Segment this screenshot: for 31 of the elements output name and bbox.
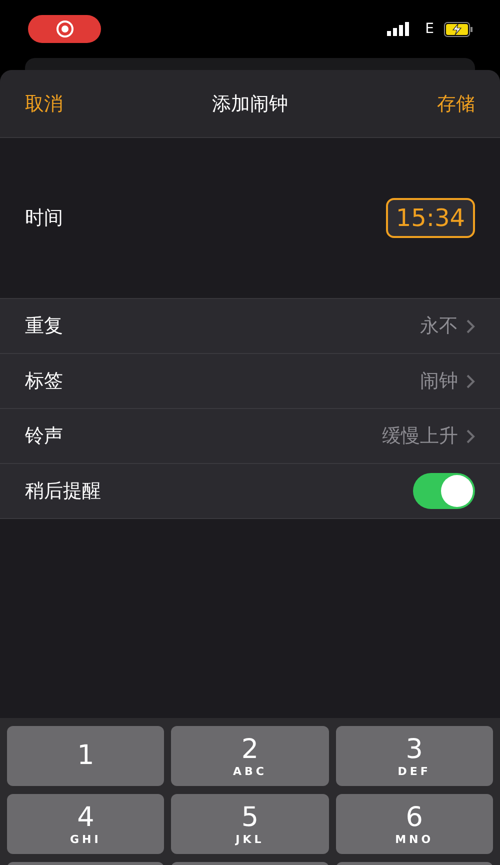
row-label: 重复 [25,314,63,339]
keypad-key[interactable]: 1 [7,726,164,786]
row-value: 缓慢上升 [382,424,458,449]
settings-row[interactable]: 铃声 缓慢上升 [0,409,500,464]
settings-row[interactable]: 稍后提醒 [0,464,500,519]
row-label: 时间 [25,206,63,231]
sheet-title: 添加闹钟 [212,92,288,116]
screen-recording-indicator[interactable] [28,15,101,43]
chevron-icon [466,374,475,388]
battery-charging-icon [444,22,474,36]
record-icon [56,20,74,38]
keypad-key[interactable]: 5 JKL [171,794,329,854]
keypad-key[interactable]: 2 ABC [171,726,329,786]
chevron-icon [466,428,475,444]
row-label: 铃声 [25,424,63,449]
keypad-key[interactable]: 3 DEF [336,726,493,786]
toggle-switch[interactable] [413,473,475,509]
keypad-key[interactable]: 4 GHI [7,794,164,854]
save-button[interactable]: 存储 [437,90,475,116]
time-picker[interactable]: 15:34 [386,198,475,238]
chevron-icon [466,318,475,334]
signal-icon [387,22,410,36]
row-label: 稍后提醒 [25,479,101,504]
row-value: 闹钟 [420,369,458,394]
settings-row[interactable]: 重复 永不 [0,299,500,354]
keypad-key[interactable]: 6 MNO [336,794,493,854]
row-value: 永不 [420,314,458,339]
network-type: E [425,21,434,37]
cancel-button[interactable]: 取消 [25,90,63,116]
settings-row[interactable]: 标签 闹钟 [0,354,500,409]
row-label: 标签 [25,369,63,394]
